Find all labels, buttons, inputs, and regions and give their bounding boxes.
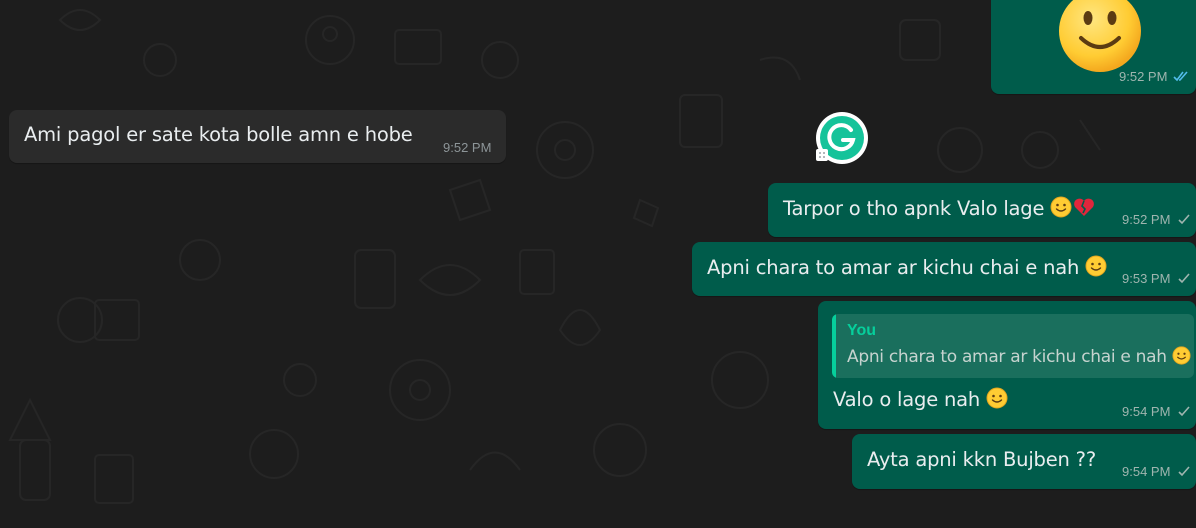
- message-text: Apni chara to amar ar kichu chai e nah: [707, 256, 1080, 279]
- message-bubble-incoming[interactable]: Ami pagol er sate kota bolle amn e hobe …: [9, 110, 506, 163]
- message-time: 9:54 PM: [1122, 404, 1171, 419]
- single-check-icon: [1178, 273, 1191, 284]
- smiling-face-emoji: [1050, 196, 1072, 218]
- quote-text-row: Apni chara to amar ar kichu chai e nah: [847, 346, 1191, 367]
- single-check-icon: [1178, 466, 1191, 477]
- message-bubble-outgoing[interactable]: Apni chara to amar ar kichu chai e nah 9…: [692, 242, 1196, 296]
- single-check-icon: [1178, 406, 1191, 417]
- message-text-row: Valo o lage nah: [833, 387, 1008, 411]
- message-bubble-outgoing[interactable]: Tarpor o tho apnk Valo lage 9:52 PM: [768, 183, 1196, 237]
- quoted-message[interactable]: You Apni chara to amar ar kichu chai e n…: [832, 314, 1194, 378]
- quote-text: Apni chara to amar ar kichu chai e nah: [847, 347, 1167, 367]
- grammarly-icon[interactable]: [815, 111, 869, 165]
- message-meta: 9:54 PM: [1122, 404, 1192, 419]
- message-time: 9:52 PM: [1122, 212, 1171, 227]
- message-text: Tarpor o tho apnk Valo lage: [783, 197, 1045, 220]
- message-bubble-outgoing[interactable]: 9:52 PM: [991, 0, 1196, 94]
- message-meta: 9:54 PM: [1122, 464, 1192, 479]
- message-bubble-outgoing-reply[interactable]: You Apni chara to amar ar kichu chai e n…: [818, 301, 1196, 429]
- message-meta: 9:53 PM: [1122, 271, 1192, 286]
- message-time: 9:53 PM: [1122, 271, 1171, 286]
- quote-author: You: [847, 322, 877, 339]
- message-text-row: Tarpor o tho apnk Valo lage: [783, 196, 1096, 220]
- message-meta: 9:52 PM: [443, 140, 491, 155]
- chat-area: 9:52 PM Ami pagol er sate kota bolle amn…: [0, 0, 1196, 528]
- double-check-read-icon: [1173, 71, 1189, 82]
- message-time: 9:52 PM: [443, 140, 492, 155]
- message-text: Ami pagol er sate kota bolle amn e hobe: [24, 123, 413, 146]
- message-meta: 9:52 PM: [1119, 69, 1189, 84]
- message-text: Ayta apni kkn Bujben ??: [867, 448, 1096, 471]
- message-bubble-outgoing[interactable]: Ayta apni kkn Bujben ?? 9:54 PM: [852, 434, 1196, 489]
- broken-heart-emoji: [1074, 198, 1095, 216]
- quote-accent-bar: [832, 314, 836, 378]
- message-time: 9:52 PM: [1119, 69, 1168, 84]
- message-time: 9:54 PM: [1122, 464, 1171, 479]
- smiley-emoji: [1059, 0, 1141, 72]
- message-text-row: Apni chara to amar ar kichu chai e nah: [707, 255, 1107, 279]
- smiling-face-emoji: [1172, 346, 1191, 365]
- message-text: Valo o lage nah: [833, 388, 981, 411]
- smiling-face-emoji: [1085, 255, 1107, 277]
- message-meta: 9:52 PM: [1122, 212, 1192, 227]
- single-check-icon: [1178, 214, 1191, 225]
- smiling-face-emoji: [986, 387, 1008, 409]
